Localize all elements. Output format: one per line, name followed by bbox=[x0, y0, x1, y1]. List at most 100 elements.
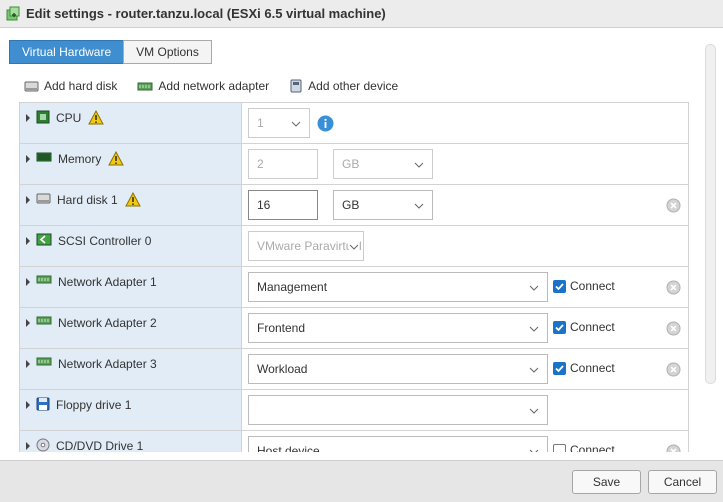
tab-vm-options[interactable]: VM Options bbox=[123, 40, 212, 64]
expand-icon[interactable] bbox=[26, 319, 30, 327]
chevron-down-icon bbox=[529, 405, 539, 419]
remove-device-icon[interactable] bbox=[666, 444, 681, 452]
connect-checkbox[interactable]: Connect bbox=[553, 279, 615, 293]
device-value-cell: Management Connect bbox=[242, 267, 688, 307]
tab-virtual-hardware[interactable]: Virtual Hardware bbox=[9, 40, 125, 64]
device-label-cell: Hard disk 1 bbox=[20, 185, 242, 225]
device-value-cell: VMware Paravirtual bbox=[242, 226, 688, 266]
add-network-adapter-button[interactable]: Add network adapter bbox=[137, 79, 269, 93]
vm-settings-icon bbox=[6, 6, 20, 22]
connect-checkbox[interactable]: Connect bbox=[553, 320, 615, 334]
checkbox-unchecked-icon bbox=[553, 443, 566, 452]
cpu-icon bbox=[36, 110, 50, 124]
network-select[interactable]: Management bbox=[248, 272, 548, 302]
device-row-network-adapter-1: Network Adapter 1 Management Connect bbox=[20, 267, 688, 308]
disk-unit-select[interactable]: GB bbox=[333, 190, 433, 220]
expand-icon[interactable] bbox=[26, 278, 30, 286]
network-adapter-icon bbox=[36, 315, 52, 326]
network-select[interactable]: Frontend bbox=[248, 313, 548, 343]
expand-icon[interactable] bbox=[26, 196, 30, 204]
add-other-device-label: Add other device bbox=[308, 79, 399, 93]
expand-icon[interactable] bbox=[26, 155, 30, 163]
connect-checkbox[interactable]: Connect bbox=[553, 443, 615, 452]
device-row-floppy-drive-1: Floppy drive 1 bbox=[20, 390, 688, 431]
title-bar: Edit settings - router.tanzu.local (ESXi… bbox=[0, 0, 723, 28]
cd-dvd-icon bbox=[36, 438, 50, 452]
scsi-type-value: VMware Paravirtual bbox=[257, 239, 362, 253]
hardware-toolbar: Add hard disk Add network adapter Add ot… bbox=[24, 79, 418, 93]
device-row-network-adapter-3: Network Adapter 3 Workload Connect bbox=[20, 349, 688, 390]
connect-checkbox[interactable]: Connect bbox=[553, 361, 615, 375]
device-name: Hard disk 1 bbox=[57, 193, 118, 207]
cd-dvd-source-select[interactable]: Host device bbox=[248, 436, 548, 452]
scsi-type-select[interactable]: VMware Paravirtual bbox=[248, 231, 364, 261]
chevron-down-icon bbox=[529, 364, 539, 378]
checkbox-checked-icon bbox=[553, 320, 566, 334]
device-value-cell: Host device Connect bbox=[242, 431, 688, 452]
disk-size-input[interactable]: 16 bbox=[248, 190, 318, 220]
add-hard-disk-label: Add hard disk bbox=[44, 79, 118, 93]
device-value-cell: Workload Connect bbox=[242, 349, 688, 389]
device-row-cpu: CPU 1 bbox=[20, 103, 688, 144]
network-select[interactable]: Workload bbox=[248, 354, 548, 384]
cpu-count-select[interactable]: 1 bbox=[248, 108, 310, 138]
tab-bar: Virtual Hardware VM Options bbox=[9, 40, 212, 64]
device-row-network-adapter-2: Network Adapter 2 Frontend Connect bbox=[20, 308, 688, 349]
dialog-footer: Save Cancel bbox=[0, 460, 723, 502]
memory-unit-select[interactable]: GB bbox=[333, 149, 433, 179]
add-network-adapter-label: Add network adapter bbox=[158, 79, 270, 93]
chevron-down-icon bbox=[414, 200, 424, 214]
connect-label: Connect bbox=[570, 320, 615, 334]
connect-label: Connect bbox=[570, 279, 615, 293]
info-icon[interactable] bbox=[317, 115, 334, 135]
connect-label: Connect bbox=[570, 361, 615, 375]
checkbox-checked-icon bbox=[553, 361, 566, 375]
network-value: Management bbox=[257, 280, 328, 294]
remove-device-icon[interactable] bbox=[666, 280, 681, 298]
cd-dvd-source-value: Host device bbox=[257, 444, 320, 452]
device-value-cell: 1 bbox=[242, 103, 688, 143]
remove-device-icon[interactable] bbox=[666, 362, 681, 380]
memory-size-input[interactable]: 2 bbox=[248, 149, 318, 179]
expand-icon[interactable] bbox=[26, 401, 30, 409]
network-adapter-icon bbox=[36, 274, 52, 285]
device-icon bbox=[289, 79, 303, 93]
hard-disk-icon bbox=[24, 80, 39, 93]
add-hard-disk-button[interactable]: Add hard disk bbox=[24, 79, 117, 93]
device-value-cell: 16 GB bbox=[242, 185, 688, 225]
device-label-cell: Floppy drive 1 bbox=[20, 390, 242, 430]
network-adapter-icon bbox=[137, 81, 153, 92]
chevron-down-icon bbox=[349, 241, 359, 255]
floppy-icon bbox=[36, 397, 50, 411]
save-button[interactable]: Save bbox=[572, 470, 641, 494]
checkbox-checked-icon bbox=[553, 279, 566, 293]
device-name: SCSI Controller 0 bbox=[58, 234, 152, 248]
cancel-button[interactable]: Cancel bbox=[648, 470, 717, 494]
remove-device-icon[interactable] bbox=[666, 321, 681, 339]
connect-label: Connect bbox=[570, 443, 615, 452]
device-label-cell: Memory bbox=[20, 144, 242, 184]
add-other-device-button[interactable]: Add other device bbox=[289, 79, 398, 93]
chevron-down-icon bbox=[529, 282, 539, 296]
expand-icon[interactable] bbox=[26, 360, 30, 368]
device-label-cell: SCSI Controller 0 bbox=[20, 226, 242, 266]
expand-icon[interactable] bbox=[26, 114, 30, 122]
floppy-source-select[interactable] bbox=[248, 395, 548, 425]
device-row-hard-disk-1: Hard disk 1 16 GB bbox=[20, 185, 688, 226]
device-name: CD/DVD Drive 1 bbox=[56, 439, 144, 452]
device-name: Network Adapter 1 bbox=[58, 275, 157, 289]
chevron-down-icon bbox=[529, 323, 539, 337]
device-name: Memory bbox=[58, 152, 102, 166]
network-adapter-icon bbox=[36, 356, 52, 367]
vertical-scrollbar[interactable] bbox=[705, 44, 716, 384]
memory-size-value: 2 bbox=[257, 157, 264, 171]
expand-icon[interactable] bbox=[26, 237, 30, 245]
chevron-down-icon bbox=[414, 159, 424, 173]
network-value: Workload bbox=[257, 362, 308, 376]
warning-icon bbox=[108, 151, 125, 166]
expand-icon[interactable] bbox=[26, 442, 30, 450]
device-row-cd-dvd-drive-1: CD/DVD Drive 1 Host device Connect bbox=[20, 431, 688, 452]
device-name: CPU bbox=[56, 111, 82, 125]
device-name: Network Adapter 2 bbox=[58, 316, 157, 330]
remove-device-icon[interactable] bbox=[666, 198, 681, 216]
